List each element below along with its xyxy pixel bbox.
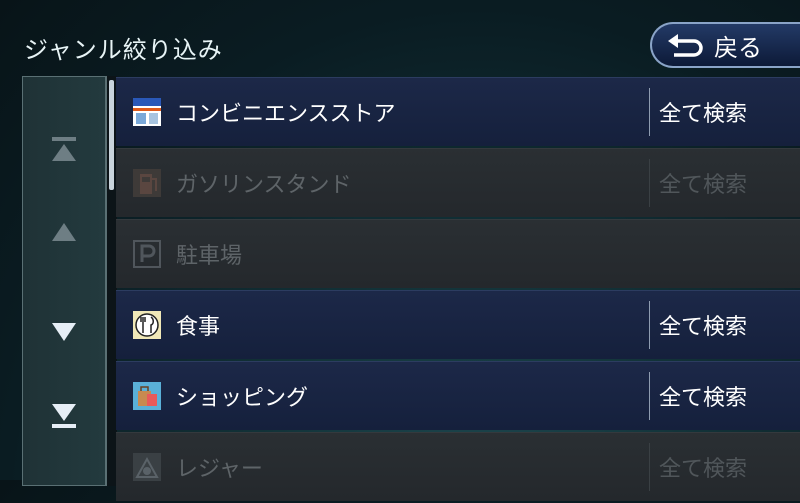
search-all-button[interactable]: 全て検索	[659, 380, 747, 412]
convenience-store-icon	[133, 98, 161, 126]
divider	[649, 301, 650, 349]
search-all-button: 全て検索	[659, 457, 748, 482]
scroll-to-bottom-icon[interactable]	[49, 401, 79, 431]
divider	[649, 443, 650, 491]
list-item-label: 駐車場	[176, 244, 243, 269]
divider	[649, 372, 650, 420]
return-arrow-icon	[668, 34, 703, 57]
search-all-button[interactable]: 全て検索	[659, 96, 747, 128]
scroll-control-panel	[22, 76, 106, 486]
gas-station-icon	[133, 169, 161, 197]
list-item-shopping[interactable]: ショッピング 全て検索	[116, 361, 800, 430]
list-item-parking: 駐車場	[116, 219, 800, 288]
divider	[649, 88, 650, 136]
page-title: ジャンル絞り込み	[24, 36, 223, 64]
list-item-label: コンビニエンスストア	[176, 102, 396, 127]
list-item-restaurant[interactable]: 食事 全て検索	[116, 290, 800, 359]
scroll-up-icon[interactable]	[49, 217, 79, 247]
list-item-label: ショッピング	[176, 386, 309, 411]
list-item-convenience-store[interactable]: コンビニエンスストア 全て検索	[116, 77, 800, 146]
genre-list: コンビニエンスストア 全て検索 ガソリンスタンド 全て検索 駐車場 食事 全て検…	[116, 77, 800, 503]
leisure-icon	[133, 453, 161, 481]
scrollbar-thumb[interactable]	[109, 80, 114, 190]
parking-icon	[133, 240, 161, 268]
search-all-button: 全て検索	[659, 173, 748, 198]
list-item-label: ガソリンスタンド	[176, 173, 352, 198]
back-button-label: 戻る	[714, 33, 762, 62]
list-item-gas-station: ガソリンスタンド 全て検索	[116, 148, 800, 217]
shopping-icon	[133, 382, 161, 410]
divider	[649, 159, 650, 207]
list-item-leisure: レジャー 全て検索	[116, 432, 800, 501]
list-item-label: 食事	[176, 315, 221, 340]
scroll-to-top-icon[interactable]	[49, 135, 79, 165]
restaurant-icon	[133, 311, 161, 339]
back-button[interactable]: 戻る	[650, 22, 800, 68]
search-all-button[interactable]: 全て検索	[659, 309, 747, 341]
scroll-down-icon[interactable]	[49, 317, 79, 347]
list-item-label: レジャー	[176, 457, 263, 482]
